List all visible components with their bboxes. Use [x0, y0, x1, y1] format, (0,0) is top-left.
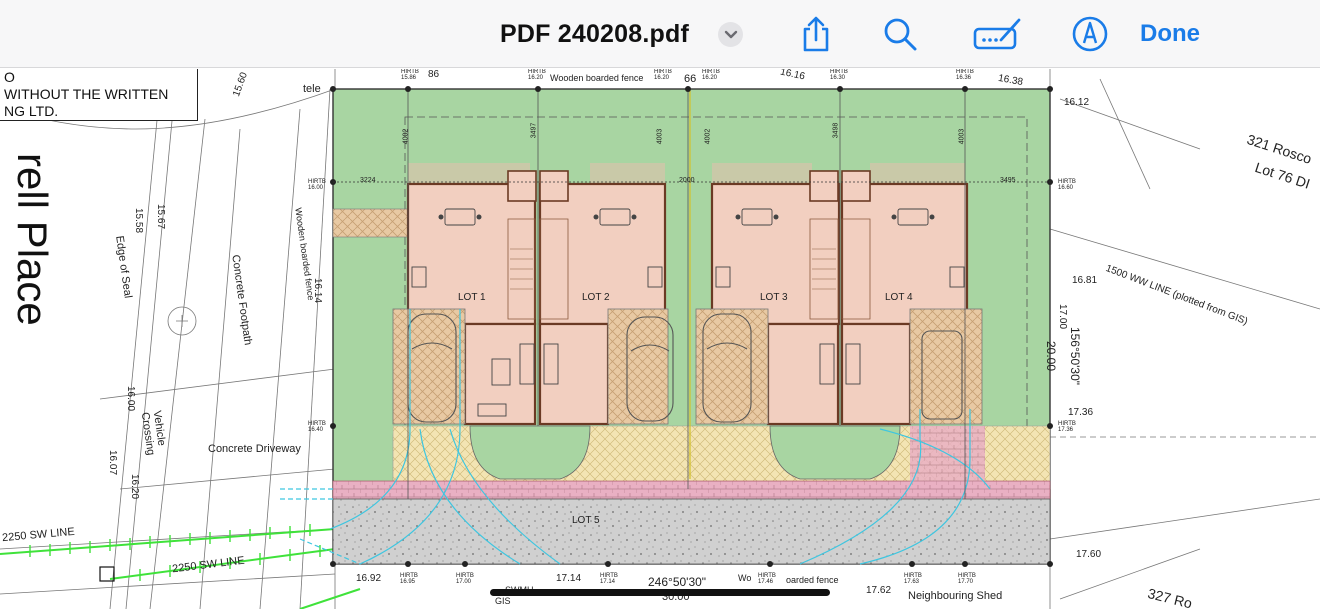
- hirtb-value: 16.30: [830, 75, 846, 81]
- dimension: 2000: [679, 177, 695, 184]
- spot-level: 86: [428, 69, 440, 80]
- hirtb-label: HIRTB 16.36: [956, 69, 974, 81]
- distance-right: 20.00: [1044, 340, 1059, 372]
- hirtb-label: HIRTB 16.30: [830, 69, 848, 81]
- hirtb-value: 15.86: [401, 75, 417, 81]
- pen-circle-icon: [1072, 16, 1108, 52]
- lot-label-3: LOT 3: [760, 292, 788, 303]
- dimension: 3224: [360, 177, 376, 184]
- hirtb-label: HIRTB 15.86: [401, 69, 419, 81]
- hirtb-label: HIRTB 17.46: [758, 573, 776, 585]
- signature-pen-icon: [973, 18, 1021, 50]
- spot-level: 17.14: [556, 573, 582, 584]
- hirtb-label: HIRTB 17.70: [958, 573, 976, 585]
- spot-level: 17.00: [1057, 303, 1069, 330]
- spot-level: 16.81: [1072, 275, 1098, 286]
- fence-label-bottom-a: Wo: [738, 573, 752, 583]
- hirtb-label: HIRTB 16.20: [702, 69, 720, 81]
- spot-level: 15.67: [155, 203, 167, 230]
- hirtb-label: HIRTB 16.20: [654, 69, 672, 81]
- hirtb-value: 17.46: [758, 579, 774, 585]
- lot5-concrete: [332, 498, 1051, 565]
- dimension: 4002: [402, 128, 410, 145]
- markup-button[interactable]: [972, 14, 1024, 54]
- horizontal-scrollbar[interactable]: [490, 589, 830, 596]
- dimension: 4003: [656, 128, 664, 145]
- site-plan-drawing: [0, 69, 1320, 609]
- lot-label-2: LOT 2: [582, 292, 610, 303]
- lot-label-1: LOT 1: [458, 292, 486, 303]
- notice-line: NG LTD.: [4, 103, 59, 119]
- lot-label-5: LOT 5: [572, 515, 600, 526]
- hirtb-label: HIRTB 16.60: [1058, 179, 1076, 191]
- hirtb-label: HIRTB 17.63: [904, 573, 922, 585]
- spot-level: 17.36: [1068, 407, 1094, 418]
- fence-label-bottom-b: oarded fence: [786, 575, 839, 585]
- bearing-bottom: 246°50'30": [648, 575, 707, 589]
- chevron-down-icon: [724, 30, 737, 38]
- hirtb-label: HIRTB 16.00: [308, 179, 326, 191]
- gis-label: GIS: [495, 596, 511, 606]
- hirtb-label: HIRTB 16.20: [528, 69, 546, 81]
- hirtb-label: HIRTB 16.40: [308, 421, 326, 433]
- notice-line: WITHOUT THE WRITTEN: [4, 86, 169, 102]
- search-icon: [884, 18, 917, 51]
- spot-level: 16.14: [312, 277, 324, 304]
- hirtb-label: HIRTB 17.36: [1058, 421, 1076, 433]
- spot-level: 17.60: [1076, 549, 1102, 560]
- dimension: 3497: [530, 122, 538, 139]
- street-name: rell Place: [9, 153, 56, 326]
- hirtb-value: 16.40: [308, 427, 324, 433]
- neighbouring-shed-label: Neighbouring Shed: [908, 590, 1003, 602]
- title-menu-button[interactable]: [718, 22, 743, 47]
- copyright-notice-box: O WITHOUT THE WRITTEN NG LTD.: [0, 69, 198, 121]
- hirtb-value: 16.00: [308, 185, 324, 191]
- spot-level: 15.58: [133, 207, 145, 234]
- hirtb-value: 16.95: [400, 579, 416, 585]
- spot-level: 16.20: [129, 473, 141, 500]
- pdf-toolbar: PDF 240208.pdf Done: [0, 0, 1320, 68]
- share-button[interactable]: [796, 14, 836, 54]
- hirtb-value: 16.20: [654, 75, 670, 81]
- hirtb-label: HIRTB 16.95: [400, 573, 418, 585]
- fence-label-top: Wooden boarded fence: [550, 73, 644, 83]
- bearing-right: 156°50'30": [1068, 326, 1083, 386]
- notice-line: O: [4, 69, 15, 85]
- site-plan-page[interactable]: O WITHOUT THE WRITTEN NG LTD. rell Place…: [0, 69, 1320, 609]
- hirtb-value: 17.36: [1058, 427, 1074, 433]
- hirtb-value: 16.36: [956, 75, 972, 81]
- hirtb-value: 17.63: [904, 579, 920, 585]
- spot-level: 16.07: [107, 449, 119, 476]
- spot-level: 16.00: [125, 385, 137, 412]
- annotate-button[interactable]: [1070, 14, 1110, 54]
- search-button[interactable]: [880, 14, 920, 54]
- hirtb-value: 17.00: [456, 579, 472, 585]
- document-title[interactable]: PDF 240208.pdf: [500, 18, 689, 50]
- concrete-driveway-label: Concrete Driveway: [208, 443, 301, 455]
- dimension: 4002: [704, 128, 712, 145]
- hirtb-value: 16.60: [1058, 185, 1074, 191]
- hirtb-label: HIRTB 17.14: [600, 573, 618, 585]
- spot-level: 16.12: [1064, 97, 1090, 108]
- hirtb-label: HIRTB 17.00: [456, 573, 474, 585]
- tele-label: tele: [303, 83, 321, 95]
- front-path: [332, 208, 409, 238]
- hirtb-value: 17.14: [600, 579, 616, 585]
- hirtb-value: 16.20: [528, 75, 544, 81]
- level-66: 66: [684, 73, 697, 85]
- spot-level: 17.62: [866, 585, 892, 596]
- lot-label-4: LOT 4: [885, 292, 913, 303]
- spot-level: 16.92: [356, 573, 382, 584]
- hirtb-value: 16.20: [702, 75, 718, 81]
- dimension: 3495: [1000, 177, 1016, 184]
- done-button[interactable]: Done: [1140, 18, 1200, 50]
- dimension: 3498: [832, 122, 840, 139]
- hirtb-value: 17.70: [958, 579, 974, 585]
- share-icon: [803, 16, 829, 52]
- dimension: 4003: [958, 128, 966, 145]
